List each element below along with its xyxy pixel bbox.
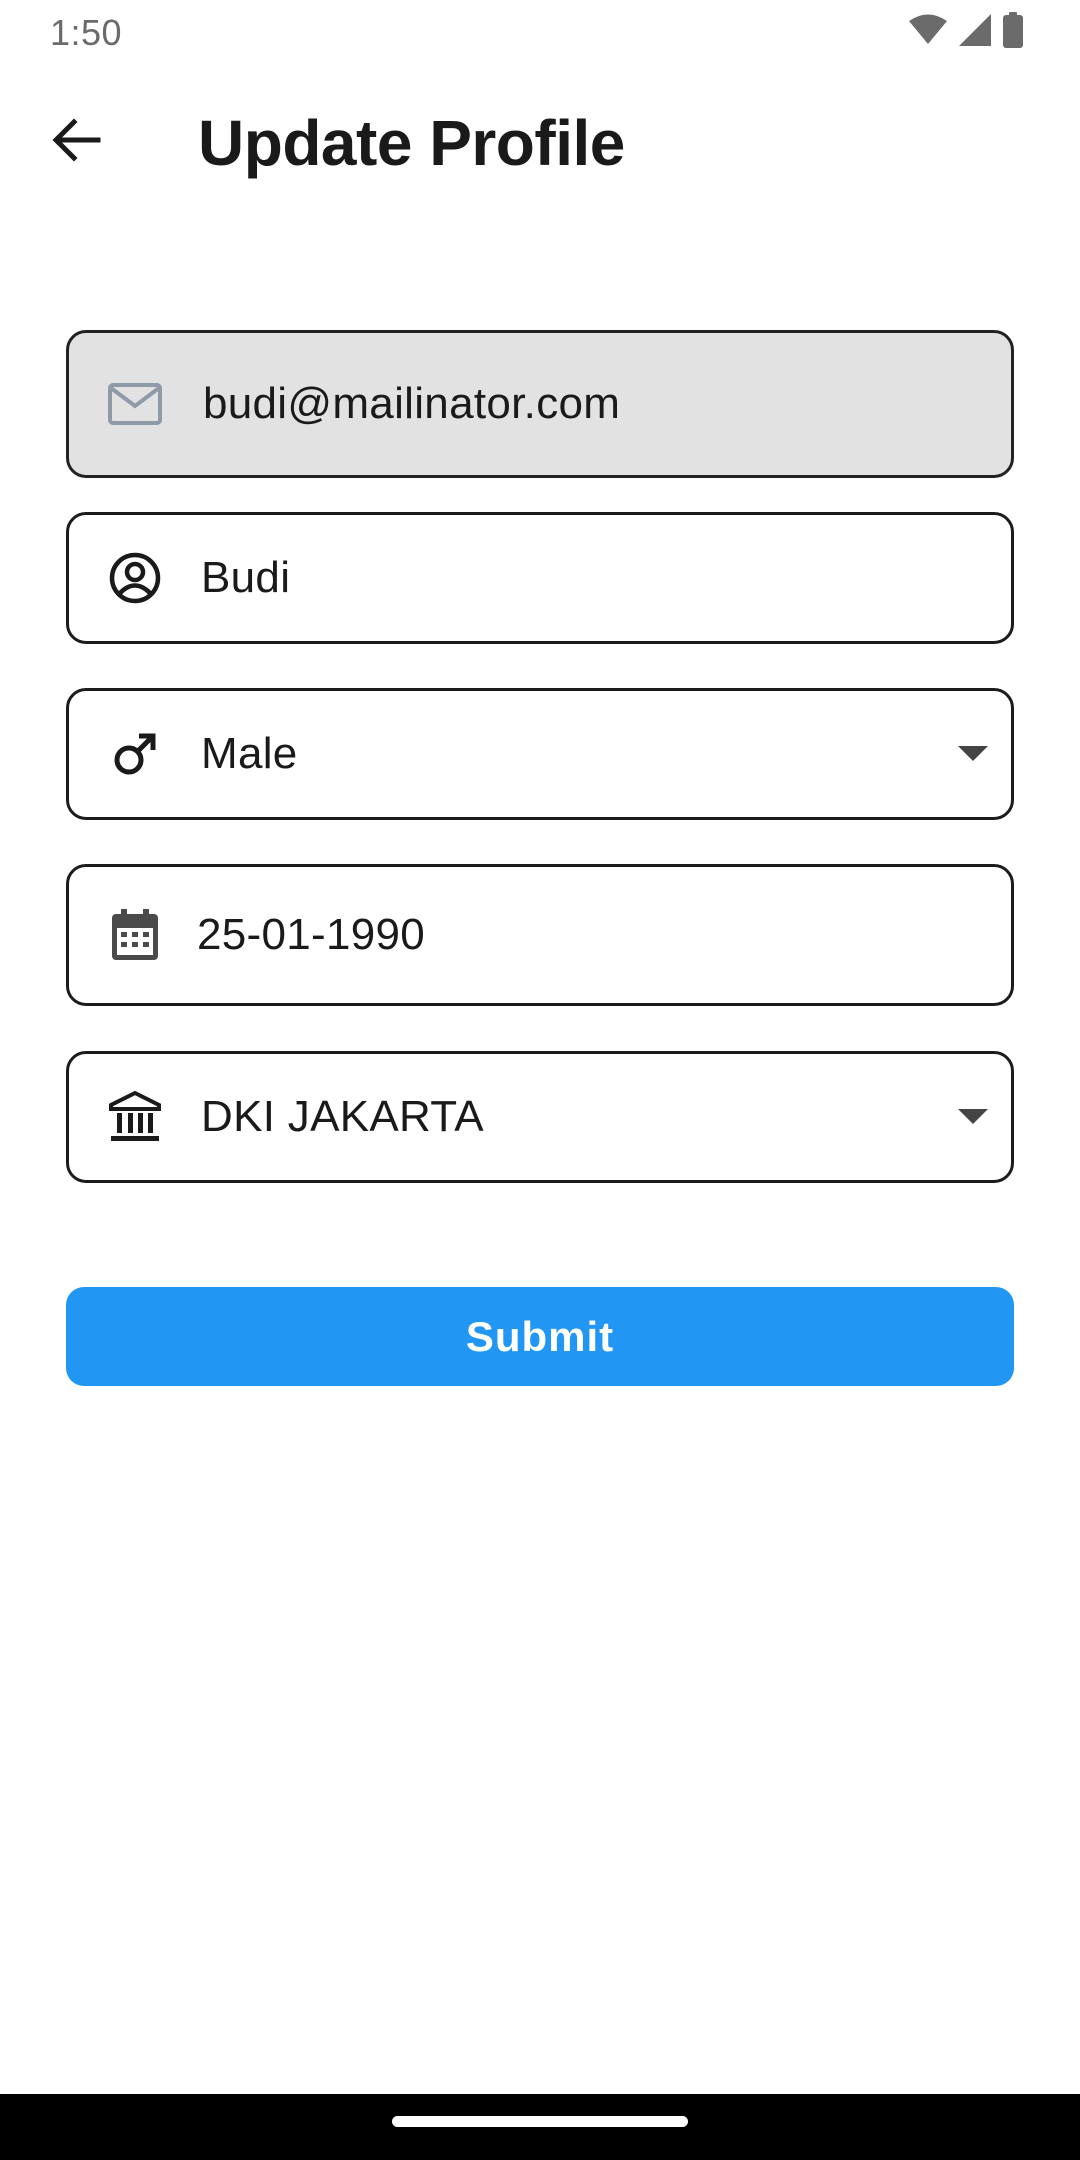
wifi-icon (908, 14, 948, 51)
name-field[interactable]: Budi (66, 512, 1014, 644)
signal-icon (958, 13, 992, 52)
email-field[interactable]: budi@mailinator.com (66, 330, 1014, 478)
birth-date-value: 25-01-1990 (197, 910, 426, 959)
name-value: Budi (201, 553, 291, 602)
chevron-down-icon (953, 734, 993, 774)
province-value: DKI JAKARTA (201, 1092, 484, 1141)
submit-button[interactable]: Submit (66, 1287, 1014, 1386)
page-title: Update Profile (198, 107, 625, 179)
status-time: 1:50 (50, 12, 123, 53)
province-dropdown[interactable]: DKI JAKARTA (66, 1051, 1014, 1183)
gender-dropdown[interactable]: Male (66, 688, 1014, 820)
back-button[interactable] (40, 110, 112, 174)
account-circle-icon (105, 548, 165, 608)
arrow-back-icon (50, 117, 102, 168)
update-profile-screen: 1:50 Update Profile budi@mailinator.com … (0, 0, 1080, 2160)
mail-icon (105, 374, 165, 434)
chevron-down-icon (953, 1097, 993, 1137)
system-nav-bar (0, 2094, 1080, 2160)
male-icon (105, 724, 165, 784)
status-icons (908, 11, 1024, 53)
battery-icon (1002, 11, 1024, 53)
home-gesture-handle[interactable] (392, 2116, 688, 2127)
birth-date-field[interactable]: 25-01-1990 (66, 864, 1014, 1006)
bank-icon (105, 1087, 165, 1147)
calendar-icon (105, 905, 165, 965)
app-bar: Update Profile (0, 80, 1080, 204)
email-value: budi@mailinator.com (203, 379, 621, 428)
status-bar: 1:50 (0, 0, 1080, 66)
gender-value: Male (201, 729, 298, 778)
